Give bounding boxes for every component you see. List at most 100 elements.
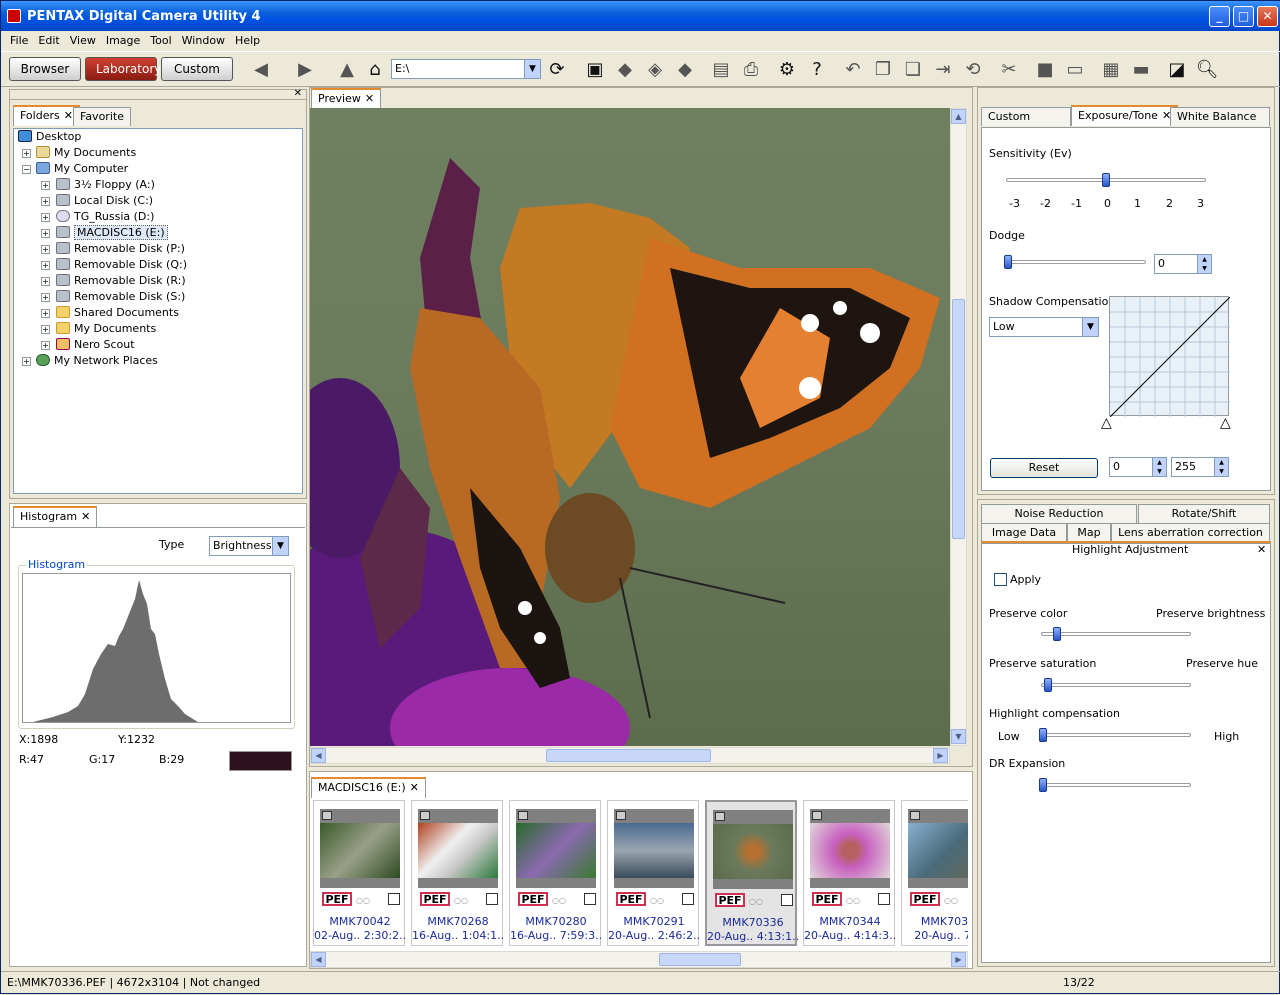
chevron-down-icon[interactable]: ▼ bbox=[1082, 318, 1098, 336]
close-tab-icon[interactable]: ✕ bbox=[81, 510, 90, 523]
expand-icon[interactable]: + bbox=[41, 197, 50, 206]
expand-icon[interactable]: + bbox=[41, 341, 50, 350]
menu-view[interactable]: View bbox=[65, 34, 101, 47]
scroll-up-icon[interactable]: ▲ bbox=[951, 109, 966, 124]
spin-arrows-icon[interactable]: ▲ ▼ bbox=[1152, 458, 1166, 476]
scroll-left-icon[interactable]: ◀ bbox=[311, 952, 326, 967]
spin-arrows-icon[interactable]: ▲ ▼ bbox=[1214, 458, 1228, 476]
tools-icon[interactable]: ✂ bbox=[997, 57, 1021, 81]
highlight-compensation-slider-thumb[interactable] bbox=[1039, 728, 1047, 742]
tree-item-desktop[interactable]: Desktop bbox=[18, 129, 81, 145]
tree-item-nero-scout[interactable]: Nero Scout bbox=[56, 337, 135, 353]
diamond-left-icon[interactable]: ◆ bbox=[613, 57, 637, 81]
expand-icon[interactable]: + bbox=[22, 149, 31, 158]
expand-icon[interactable]: + bbox=[22, 357, 31, 366]
tab-lens-aberration[interactable]: Lens aberration correction bbox=[1111, 523, 1270, 542]
expand-icon[interactable]: + bbox=[41, 181, 50, 190]
tab-histogram[interactable]: Histogram ✕ bbox=[13, 506, 98, 527]
curve-high-spinner[interactable]: 255 ▲ ▼ bbox=[1171, 457, 1229, 477]
refresh-icon[interactable]: ⟳ bbox=[545, 57, 569, 81]
preview-vscroll[interactable]: ▲ ▼ bbox=[950, 108, 967, 746]
thumbnail-item[interactable]: PEF ○○ MMK70344 20-Aug.. 4:14:3... bbox=[803, 800, 896, 946]
up-icon[interactable]: ▲ bbox=[335, 57, 359, 81]
tab-favorite[interactable]: Favorite bbox=[73, 107, 131, 126]
expand-icon[interactable]: + bbox=[41, 261, 50, 270]
home-icon[interactable]: ⌂ bbox=[363, 57, 387, 81]
color-brightness-track[interactable] bbox=[1041, 632, 1191, 636]
menu-edit[interactable]: Edit bbox=[33, 34, 64, 47]
dr-expansion-slider-thumb[interactable] bbox=[1039, 778, 1047, 792]
white-point-marker-icon[interactable]: △ bbox=[1220, 415, 1231, 431]
tree-item-removable-p[interactable]: Removable Disk (P:) bbox=[56, 241, 185, 257]
expand-icon[interactable]: + bbox=[41, 277, 50, 286]
paste-icon[interactable]: ❏ bbox=[901, 57, 925, 81]
diamond-step-icon[interactable]: ◈ bbox=[643, 57, 667, 81]
filmstrip-hscroll[interactable]: ◀ ▶ bbox=[310, 951, 968, 968]
compare-icon[interactable]: ▤ bbox=[709, 57, 733, 81]
thumbnail-item[interactable]: PEF ○○ MMK70291 20-Aug.. 2:46:2... bbox=[607, 800, 700, 946]
scroll-thumb[interactable] bbox=[952, 299, 965, 539]
tree-item-network[interactable]: My Network Places bbox=[36, 353, 158, 369]
panel-icon[interactable]: ▭ bbox=[1063, 57, 1087, 81]
laboratory-mode-button[interactable]: Laboratory bbox=[85, 57, 161, 81]
tab-folders[interactable]: Folders ✕ bbox=[13, 105, 80, 126]
expand-icon[interactable]: + bbox=[41, 213, 50, 222]
scroll-left-icon[interactable]: ◀ bbox=[311, 748, 326, 763]
select-checkbox[interactable] bbox=[584, 893, 596, 905]
curve-low-spinner[interactable]: 0 ▲ ▼ bbox=[1109, 457, 1167, 477]
thumbnail-item[interactable]: PEF ○○ MMK70280 16-Aug.. 7:59:3... bbox=[509, 800, 602, 946]
thumbnail-item[interactable]: PEF ○○ MMK70268 16-Aug.. 1:04:1... bbox=[411, 800, 504, 946]
close-tab-icon[interactable]: ✕ bbox=[1257, 543, 1266, 556]
tab-macdisc16[interactable]: MACDISC16 (E:) ✕ bbox=[311, 777, 426, 798]
select-checkbox[interactable] bbox=[781, 894, 793, 906]
tab-custom-image[interactable]: Custom Image bbox=[981, 107, 1071, 141]
thumbnail-item[interactable]: PEF ○○ MMK70042 02-Aug.. 2:30:2... bbox=[313, 800, 406, 946]
select-checkbox[interactable] bbox=[486, 893, 498, 905]
tab-white-balance[interactable]: White Balance bbox=[1170, 107, 1270, 126]
undo-icon[interactable]: ↶ bbox=[841, 57, 865, 81]
tab-exposure-tone[interactable]: Exposure/Tone ✕ bbox=[1071, 105, 1179, 126]
chevron-down-icon[interactable]: ▼ bbox=[272, 537, 288, 555]
folder-save-icon[interactable]: ▬ bbox=[1129, 57, 1153, 81]
thumbnail-item-selected[interactable]: PEF ○○ MMK70336 20-Aug.. 4:13:1... bbox=[705, 800, 799, 946]
close-panel-icon[interactable]: ✕ bbox=[294, 88, 302, 99]
tree-item-floppy[interactable]: 3½ Floppy (A:) bbox=[56, 177, 155, 193]
tab-preview[interactable]: Preview ✕ bbox=[311, 88, 382, 109]
color-brightness-slider-thumb[interactable] bbox=[1053, 627, 1061, 641]
sensitivity-slider-thumb[interactable] bbox=[1102, 173, 1110, 187]
tab-noise-reduction[interactable]: Noise Reduction bbox=[981, 504, 1137, 523]
preview-image[interactable] bbox=[310, 108, 950, 746]
window-layout-icon[interactable]: ▣ bbox=[583, 57, 607, 81]
close-tab-icon[interactable]: ✕ bbox=[64, 109, 73, 122]
tree-item-macdisc16[interactable]: MACDISC16 (E:) bbox=[56, 225, 168, 241]
tab-rotate-shift[interactable]: Rotate/Shift bbox=[1138, 504, 1270, 523]
rotate-icon[interactable]: ⟲ bbox=[961, 57, 985, 81]
path-combo[interactable]: E:\ ▼ bbox=[391, 59, 541, 79]
tree-item-local-disk[interactable]: Local Disk (C:) bbox=[56, 193, 153, 209]
custom-mode-button[interactable]: Custom bbox=[161, 57, 233, 81]
tree-item-my-computer[interactable]: My Computer bbox=[36, 161, 128, 177]
saturation-hue-track[interactable] bbox=[1041, 683, 1191, 687]
copy-icon[interactable]: ❐ bbox=[871, 57, 895, 81]
select-checkbox[interactable] bbox=[878, 893, 890, 905]
print-icon[interactable]: ⎙ bbox=[739, 57, 763, 81]
expand-icon[interactable]: + bbox=[41, 309, 50, 318]
thumbnail-item[interactable]: PEF○○MMK703520-Aug.. 7:5 bbox=[901, 800, 968, 946]
tab-image-data[interactable]: Image Data bbox=[981, 523, 1067, 542]
diamond-icon[interactable]: ◆ bbox=[673, 57, 697, 81]
scroll-thumb[interactable] bbox=[546, 749, 711, 762]
raw-icon[interactable]: ▦ bbox=[1099, 57, 1123, 81]
saturation-hue-slider-thumb[interactable] bbox=[1044, 678, 1052, 692]
menu-image[interactable]: Image bbox=[101, 34, 145, 47]
browser-mode-button[interactable]: Browser bbox=[9, 57, 81, 81]
select-checkbox[interactable] bbox=[388, 893, 400, 905]
highlight-compensation-track[interactable] bbox=[1041, 733, 1191, 737]
back-icon[interactable]: ◀ bbox=[249, 57, 273, 81]
menu-help[interactable]: Help bbox=[230, 34, 265, 47]
shadow-compensation-select[interactable]: Low ▼ bbox=[989, 317, 1099, 337]
tree-item-removable-q[interactable]: Removable Disk (Q:) bbox=[56, 257, 187, 273]
menu-tool[interactable]: Tool bbox=[145, 34, 176, 47]
tree-item-tg-russia[interactable]: TG_Russia (D:) bbox=[56, 209, 154, 225]
chevron-down-icon[interactable]: ▼ bbox=[524, 60, 540, 78]
tone-curve-graph[interactable] bbox=[1109, 296, 1230, 417]
